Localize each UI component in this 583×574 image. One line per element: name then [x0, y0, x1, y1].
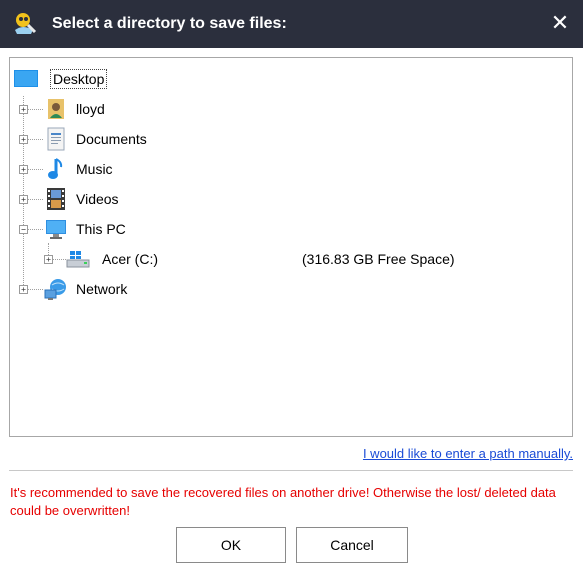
tree-node-documents[interactable]: + Documents — [10, 126, 310, 152]
music-icon — [48, 158, 63, 179]
videos-icon — [47, 188, 65, 210]
collapse-toggle[interactable]: − — [19, 225, 28, 234]
dialog-title: Select a directory to save files: — [52, 15, 287, 32]
tree-node-label: Music — [76, 161, 113, 177]
tree-node-network[interactable]: + Network — [10, 276, 310, 302]
tree-node-acer-drive[interactable]: + Acer (C:) (316.83 GB Free Space) — [10, 246, 550, 272]
enter-path-manually-link[interactable]: I would like to enter a path manually. — [363, 446, 573, 461]
tree-node-lloyd[interactable]: + lloyd — [10, 96, 310, 122]
expand-toggle[interactable]: + — [19, 165, 28, 174]
directory-tree[interactable]: Desktop + lloyd + Documents + Music + Vi… — [9, 57, 573, 437]
tree-node-music[interactable]: + Music — [10, 156, 310, 182]
tree-node-label: Desktop — [50, 69, 108, 89]
expand-toggle[interactable]: + — [19, 285, 28, 294]
documents-icon — [47, 127, 65, 151]
expand-toggle[interactable]: + — [19, 135, 28, 144]
tree-node-label: This PC — [76, 221, 126, 237]
divider — [9, 470, 573, 471]
tree-node-this-pc[interactable]: − This PC — [10, 216, 310, 242]
tree-node-label: Network — [76, 281, 128, 297]
tree-node-videos[interactable]: + Videos — [10, 186, 310, 212]
drive-icon — [66, 251, 90, 268]
app-logo-icon — [15, 13, 37, 34]
tree-node-label: Videos — [76, 191, 119, 207]
title-bar: Select a directory to save files: ✕ — [0, 0, 583, 48]
network-icon — [44, 279, 66, 300]
user-icon — [48, 99, 64, 119]
cancel-button[interactable]: Cancel — [296, 527, 408, 563]
tree-node-label: Acer (C:) — [102, 251, 158, 267]
tree-node-label: lloyd — [76, 101, 105, 117]
desktop-icon — [14, 70, 38, 87]
close-button[interactable]: ✕ — [547, 10, 573, 36]
close-icon: ✕ — [550, 10, 570, 35]
drive-free-space: (316.83 GB Free Space) — [302, 251, 455, 267]
ok-button[interactable]: OK — [176, 527, 286, 563]
expand-toggle[interactable]: + — [19, 105, 28, 114]
computer-icon — [46, 220, 66, 239]
warning-message: It's recommended to save the recovered f… — [10, 485, 556, 518]
expand-toggle[interactable]: + — [19, 195, 28, 204]
tree-node-label: Documents — [76, 131, 147, 147]
expand-toggle[interactable]: + — [44, 255, 53, 264]
